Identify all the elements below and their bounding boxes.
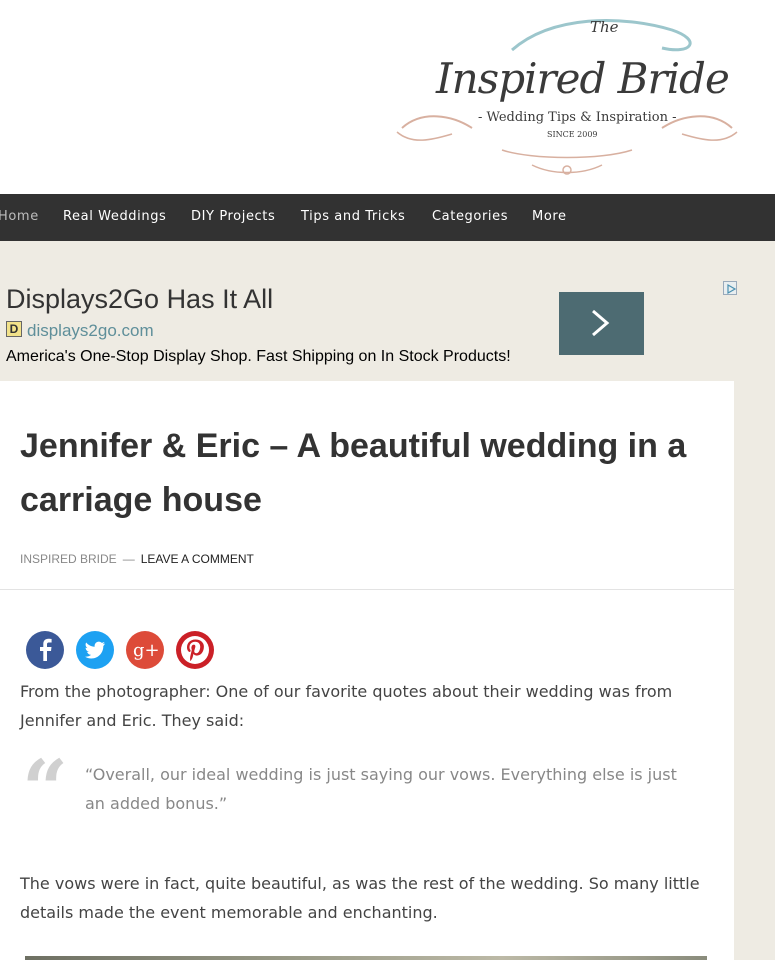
- ad-description: America's One-Stop Display Shop. Fast Sh…: [6, 348, 511, 365]
- quote-mark-icon: “: [22, 742, 69, 836]
- ad-open-button[interactable]: [559, 292, 644, 355]
- pinterest-icon: [181, 636, 209, 664]
- post-article: Jennifer & Eric – A beautiful wedding in…: [0, 381, 734, 960]
- post-title[interactable]: Jennifer & Eric – A beautiful wedding in…: [20, 419, 720, 527]
- intro-paragraph: From the photographer: One of our favori…: [20, 682, 673, 730]
- meta-separator: —: [122, 552, 135, 566]
- share-facebook-button[interactable]: [26, 631, 64, 669]
- facebook-icon: [40, 638, 52, 661]
- blockquote: “Overall, our ideal wedding is just sayi…: [85, 765, 677, 813]
- leave-comment-link[interactable]: LEAVE A COMMENT: [141, 552, 254, 566]
- ad-banner[interactable]: Displays2Go Has It All D displays2go.com…: [0, 241, 775, 381]
- logo-the: The: [590, 18, 619, 36]
- post-author-link[interactable]: INSPIRED BRIDE: [20, 552, 117, 566]
- logo-tagline: - Wedding Tips & Inspiration -: [478, 110, 677, 125]
- nav-item-more[interactable]: More: [532, 209, 567, 224]
- ad-favicon-icon: D: [6, 321, 22, 337]
- body-paragraph: The vows were in fact, quite beautiful, …: [20, 874, 700, 922]
- play-triangle-icon: [727, 284, 736, 294]
- nav-item-real-weddings[interactable]: Real Weddings: [63, 209, 166, 224]
- share-twitter-button[interactable]: [76, 631, 114, 669]
- main-nav: Home Real Weddings DIY Projects Tips and…: [0, 194, 775, 241]
- google-plus-glyph: g+: [133, 640, 160, 661]
- site-header: The Inspired Bride - Wedding Tips & Insp…: [0, 0, 775, 194]
- twitter-icon: [84, 641, 105, 659]
- wedding-photo[interactable]: [25, 956, 707, 960]
- nav-item-categories[interactable]: Categories: [432, 209, 508, 224]
- site-logo[interactable]: The Inspired Bride - Wedding Tips & Insp…: [392, 10, 742, 185]
- nav-item-home[interactable]: Home: [0, 209, 39, 224]
- logo-since: SINCE 2009: [547, 130, 598, 139]
- logo-name: Inspired Bride: [436, 54, 730, 103]
- ad-domain-link[interactable]: displays2go.com: [27, 321, 154, 341]
- chevron-right-icon: [592, 309, 610, 337]
- google-plus-icon: g+: [133, 640, 160, 661]
- share-google-plus-button[interactable]: g+: [126, 631, 164, 669]
- ad-title[interactable]: Displays2Go Has It All: [6, 284, 273, 315]
- adchoices-icon[interactable]: [723, 281, 737, 295]
- divider: [0, 589, 734, 590]
- post-meta: INSPIRED BRIDE — LEAVE A COMMENT: [20, 552, 254, 566]
- share-pinterest-button[interactable]: [176, 631, 214, 669]
- nav-item-tips-and-tricks[interactable]: Tips and Tricks: [301, 209, 405, 224]
- nav-item-diy-projects[interactable]: DIY Projects: [191, 209, 275, 224]
